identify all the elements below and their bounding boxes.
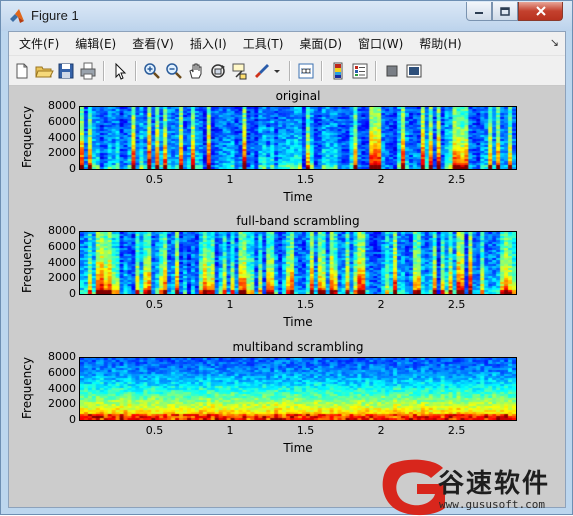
axes-title: original <box>275 89 321 103</box>
y-tick-label: 0 <box>69 162 76 175</box>
save-icon[interactable] <box>56 61 76 81</box>
zoom-out-icon[interactable] <box>164 61 184 81</box>
new-figure-icon[interactable] <box>12 61 32 81</box>
x-tick-label: 2.5 <box>447 298 466 311</box>
toolbar-separator <box>289 61 291 81</box>
insert-colorbar-icon[interactable] <box>328 61 348 81</box>
x-axis-label: Time <box>283 441 313 455</box>
spectrogram-axes[interactable] <box>79 106 517 170</box>
y-axis-label: Frequency <box>20 357 34 419</box>
axes-title: full-band scrambling <box>236 214 360 228</box>
menu-file[interactable]: 文件(F) <box>11 33 67 55</box>
x-axis-label: Time <box>283 190 313 204</box>
y-tick-label: 2000 <box>48 271 76 285</box>
close-button[interactable] <box>518 2 563 21</box>
close-icon <box>535 6 546 16</box>
x-tick-label: 0.5 <box>145 173 164 186</box>
spectrogram-axes[interactable] <box>79 357 517 421</box>
x-tick-label: 2.5 <box>447 424 466 437</box>
matlab-logo-icon <box>10 9 24 23</box>
toolbar-separator <box>103 61 105 81</box>
link-plot-icon[interactable] <box>296 61 316 81</box>
figure-canvas: original 8000 6000 4000 2000 0 0.5 1 1.5 2 2.5 Freq… <box>9 86 565 507</box>
y-tick-label: 2000 <box>48 397 76 411</box>
y-axis-label: Frequency <box>20 106 34 168</box>
matlab-figure-window: Figure 1 文件(F) 编辑(E) 查看(V) 插入(I) 工具(T) 桌面(D) 窗… <box>0 0 573 516</box>
x-tick-label: 1 <box>226 298 234 311</box>
menu-desktop[interactable]: 桌面(D) <box>291 33 350 55</box>
menu-insert[interactable]: 插入(I) <box>182 33 235 55</box>
edit-plot-arrow-icon[interactable] <box>110 61 130 81</box>
watermark-url: www.gususoft.com <box>439 498 545 511</box>
x-tick-label: 2 <box>377 424 385 437</box>
spectrogram-image <box>80 358 516 420</box>
menu-edit[interactable]: 编辑(E) <box>67 33 124 55</box>
spectrogram-image <box>80 107 516 169</box>
y-tick-label: 0 <box>69 413 76 426</box>
x-tick-label: 2 <box>377 298 385 311</box>
data-cursor-icon[interactable] <box>230 61 250 81</box>
rotate-3d-icon[interactable] <box>208 61 228 81</box>
x-tick-label: 1.5 <box>296 173 315 186</box>
x-tick-label: 2 <box>377 173 385 186</box>
insert-legend-icon[interactable] <box>350 61 370 81</box>
title-bar[interactable]: Figure 1 <box>1 1 572 31</box>
y-tick-label: 8000 <box>48 99 76 112</box>
menu-view[interactable]: 查看(V) <box>124 33 182 55</box>
minimize-icon <box>475 12 483 14</box>
watermark-brand: 谷速软件 <box>438 469 551 499</box>
print-icon[interactable] <box>78 61 98 81</box>
hide-plot-tools-icon[interactable] <box>382 61 402 81</box>
toolbar-separator <box>375 61 377 81</box>
window-title: Figure 1 <box>31 8 79 23</box>
maximize-icon <box>500 6 510 16</box>
y-tick-label: 4000 <box>48 255 76 269</box>
brush-icon[interactable] <box>252 61 272 81</box>
y-tick-label: 0 <box>69 287 76 300</box>
y-tick-label: 4000 <box>48 130 76 144</box>
menu-help[interactable]: 帮助(H) <box>411 33 469 55</box>
open-file-icon[interactable] <box>34 61 54 81</box>
y-tick-label: 6000 <box>48 239 76 253</box>
x-tick-label: 1.5 <box>296 298 315 311</box>
menu-overflow-icon[interactable]: ↘ <box>550 36 559 49</box>
x-tick-label: 1 <box>226 173 234 186</box>
spectrogram-image <box>80 232 516 294</box>
x-axis-label: Time <box>283 315 313 329</box>
y-tick-label: 6000 <box>48 114 76 128</box>
zoom-in-icon[interactable] <box>142 61 162 81</box>
y-tick-label: 2000 <box>48 146 76 160</box>
x-tick-label: 0.5 <box>145 298 164 311</box>
x-tick-label: 2.5 <box>447 173 466 186</box>
pan-hand-icon[interactable] <box>186 61 206 81</box>
y-tick-label: 4000 <box>48 381 76 395</box>
spectrogram-axes[interactable] <box>79 231 517 295</box>
show-plot-tools-icon[interactable] <box>404 61 424 81</box>
toolbar-separator <box>321 61 323 81</box>
minimize-button[interactable] <box>466 2 492 21</box>
brush-dropdown-icon[interactable] <box>271 61 283 81</box>
maximize-button[interactable] <box>492 2 518 21</box>
x-tick-label: 1 <box>226 424 234 437</box>
menu-tools[interactable]: 工具(T) <box>235 33 292 55</box>
figure-toolbar <box>9 56 565 86</box>
toolbar-separator <box>135 61 137 81</box>
y-tick-label: 8000 <box>48 224 76 237</box>
x-tick-label: 1.5 <box>296 424 315 437</box>
axes-title: multiband scrambling <box>232 340 364 354</box>
x-tick-label: 0.5 <box>145 424 164 437</box>
y-axis-label: Frequency <box>20 231 34 293</box>
menu-window[interactable]: 窗口(W) <box>350 33 411 55</box>
figure-client-area: 文件(F) 编辑(E) 查看(V) 插入(I) 工具(T) 桌面(D) 窗口(W) 帮助(H)… <box>8 31 566 508</box>
y-tick-label: 8000 <box>48 350 76 363</box>
y-tick-label: 6000 <box>48 365 76 379</box>
menu-bar: 文件(F) 编辑(E) 查看(V) 插入(I) 工具(T) 桌面(D) 窗口(W) 帮助(H)… <box>9 32 565 56</box>
